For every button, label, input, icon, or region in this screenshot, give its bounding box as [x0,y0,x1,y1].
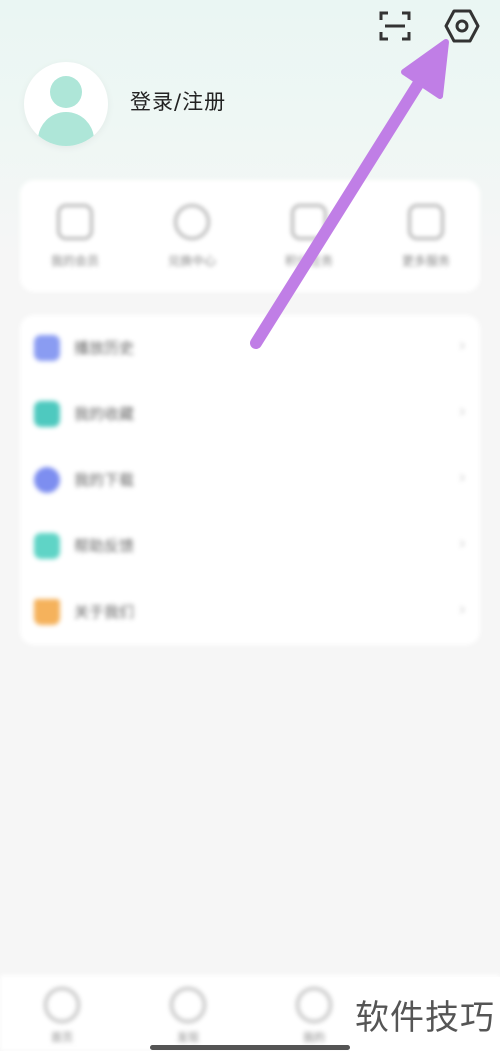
home-indicator [150,1045,350,1050]
watermark: 软件技巧 [350,977,500,1051]
warning-icon [34,599,60,625]
feedback-icon [34,533,60,559]
discover-icon [170,987,206,1023]
list-item-label: 我的收藏 [74,405,135,423]
list-item-about[interactable]: 关于我们 › [20,579,480,645]
list-item-feedback[interactable]: 帮助反馈 › [20,513,480,579]
chevron-right-icon: › [458,533,466,554]
nav-item-label: 首页 [51,1031,73,1044]
download-icon [34,467,60,493]
nav-item-profile[interactable]: 我的 [274,987,354,1045]
home-icon [44,987,80,1023]
list-item-label: 关于我们 [74,603,135,621]
list-item-downloads[interactable]: 我的下载 › [20,447,480,513]
nav-item-discover[interactable]: 发现 [148,987,228,1045]
folder-icon [34,401,60,427]
chevron-right-icon: › [458,467,466,488]
profile-icon [296,987,332,1023]
list-item-label: 帮助反馈 [74,537,135,555]
nav-item-label: 发现 [177,1031,199,1044]
chevron-right-icon: › [458,401,466,422]
pointer-arrow-annotation [250,39,449,349]
chevron-right-icon: › [458,599,466,620]
nav-item-home[interactable]: 首页 [22,987,102,1045]
nav-item-label: 我的 [303,1031,325,1044]
list-item-label: 我的下载 [74,471,135,489]
